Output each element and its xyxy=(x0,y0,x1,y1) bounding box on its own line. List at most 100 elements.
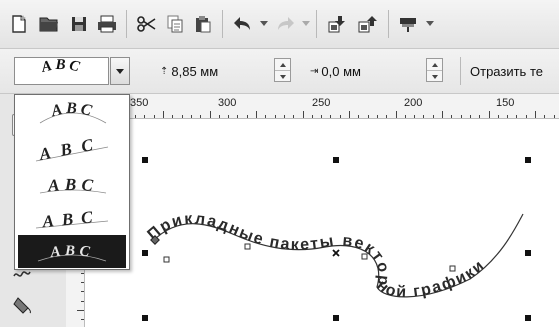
ruler-tick xyxy=(265,115,267,118)
ruler-tick xyxy=(218,115,220,118)
distance-spinner[interactable] xyxy=(274,58,291,82)
selection-handle[interactable] xyxy=(142,157,148,163)
ruler-tick xyxy=(507,115,509,118)
ruler-tick xyxy=(469,115,471,118)
selection-handle[interactable] xyxy=(525,157,531,163)
svg-text:ABC: ABC xyxy=(41,207,102,232)
copy-icon[interactable] xyxy=(162,12,188,36)
ruler-tick xyxy=(209,111,211,118)
ruler-tick xyxy=(432,115,434,118)
cut-icon[interactable] xyxy=(134,12,160,36)
center-marker-icon[interactable] xyxy=(332,249,340,257)
text-style-preview-box[interactable]: ABC xyxy=(14,57,109,85)
ruler-tick xyxy=(153,115,155,118)
ruler-tick xyxy=(81,282,84,284)
ruler-tick xyxy=(442,111,443,118)
svg-text:ABC: ABC xyxy=(48,243,94,261)
redo-icon[interactable] xyxy=(272,12,298,36)
new-document-icon[interactable] xyxy=(6,12,32,36)
ruler-tick xyxy=(358,115,360,118)
publish-icon[interactable] xyxy=(396,12,422,36)
redo-dropdown-icon[interactable] xyxy=(302,21,310,26)
ruler-tick xyxy=(516,115,518,118)
ruler-tick xyxy=(81,300,84,302)
selection-handle[interactable] xyxy=(525,315,531,321)
text-style-preview-text: ABC xyxy=(39,58,84,76)
ruler-tick xyxy=(479,115,481,118)
ruler-tick xyxy=(144,115,146,118)
export-icon[interactable] xyxy=(354,12,380,36)
undo-dropdown-icon[interactable] xyxy=(260,21,268,26)
path-node[interactable] xyxy=(244,243,251,250)
publish-dropdown-icon[interactable] xyxy=(426,21,434,26)
text-style-option[interactable]: ABC xyxy=(18,201,126,234)
ruler-label: 300 xyxy=(218,97,237,109)
text-style-option[interactable]: ABC xyxy=(18,99,126,132)
ruler-tick xyxy=(200,115,202,118)
selection-handle[interactable] xyxy=(333,157,339,163)
horizontal-ruler: 350 300 250 200 150 xyxy=(66,94,559,119)
ruler-tick xyxy=(367,115,369,118)
spin-up-icon[interactable] xyxy=(431,62,438,67)
ruler-tick xyxy=(181,115,183,118)
ruler-tick xyxy=(386,115,388,118)
paste-icon[interactable] xyxy=(190,12,216,36)
ruler-tick xyxy=(376,115,378,118)
offset-icon: ⇥ xyxy=(310,65,319,77)
path-text[interactable]: Прикладные пакеты векторной графики xyxy=(144,211,487,302)
print-icon[interactable] xyxy=(94,12,120,36)
ruler-tick xyxy=(172,115,174,118)
ruler-label: 350 xyxy=(130,97,149,109)
selection-handle[interactable] xyxy=(142,250,148,256)
ruler-tick xyxy=(81,272,84,274)
ruler-tick xyxy=(81,319,84,321)
path-node[interactable] xyxy=(163,256,170,263)
ruler-label: 250 xyxy=(312,97,331,109)
distance-value[interactable]: 8,85 мм xyxy=(171,64,218,79)
drawing-canvas[interactable]: Прикладные пакеты векторной графики xyxy=(85,119,559,327)
svg-text:ABC: ABC xyxy=(49,100,97,120)
ruler-tick xyxy=(497,115,499,118)
import-icon[interactable] xyxy=(324,12,350,36)
text-style-dropdown-button[interactable] xyxy=(110,57,130,85)
offset-spinner[interactable] xyxy=(426,58,443,82)
open-icon[interactable] xyxy=(36,12,62,36)
distance-from-path-icon: ⇡ xyxy=(160,65,169,77)
selection-handle[interactable] xyxy=(525,250,531,256)
selection-handle[interactable] xyxy=(333,315,339,321)
text-style-option[interactable]: ABC xyxy=(18,167,126,200)
ruler-tick xyxy=(535,111,536,118)
ruler-tick xyxy=(311,115,313,118)
ruler-tick xyxy=(246,115,248,118)
ruler-tick xyxy=(190,115,192,118)
spin-up-icon[interactable] xyxy=(279,62,286,67)
ruler-tick xyxy=(256,111,257,118)
ruler-tick xyxy=(544,115,546,118)
path-node[interactable] xyxy=(449,265,456,272)
selection-handle[interactable] xyxy=(142,315,148,321)
ruler-tick xyxy=(77,310,84,311)
ruler-label: 200 xyxy=(404,97,423,109)
path-node[interactable] xyxy=(361,253,368,260)
ruler-tick xyxy=(81,291,84,293)
ruler-tick xyxy=(321,115,323,118)
text-style-option-selected[interactable]: ABC xyxy=(18,235,126,268)
ruler-tick xyxy=(451,115,453,118)
offset-field[interactable]: ⇥ 0,0 мм xyxy=(310,59,361,83)
ruler-tick xyxy=(135,115,137,118)
spin-down-icon[interactable] xyxy=(431,74,438,79)
distance-field[interactable]: ⇡ 8,85 мм xyxy=(160,59,218,83)
ruler-tick xyxy=(414,115,416,118)
ruler-tick xyxy=(283,115,285,118)
save-icon[interactable] xyxy=(66,12,92,36)
canvas-art: Прикладные пакеты векторной графики xyxy=(142,157,531,321)
spin-down-icon[interactable] xyxy=(279,74,286,79)
ruler-tick xyxy=(525,115,527,118)
reflect-text-label[interactable]: Отразить те xyxy=(470,64,543,79)
ruler-tick xyxy=(163,111,164,118)
offset-value[interactable]: 0,0 мм xyxy=(321,64,361,79)
svg-text:ABC: ABC xyxy=(46,175,99,196)
text-style-option[interactable]: ABC xyxy=(18,133,126,166)
fill-tool-icon[interactable] xyxy=(12,294,34,321)
undo-icon[interactable] xyxy=(230,12,256,36)
